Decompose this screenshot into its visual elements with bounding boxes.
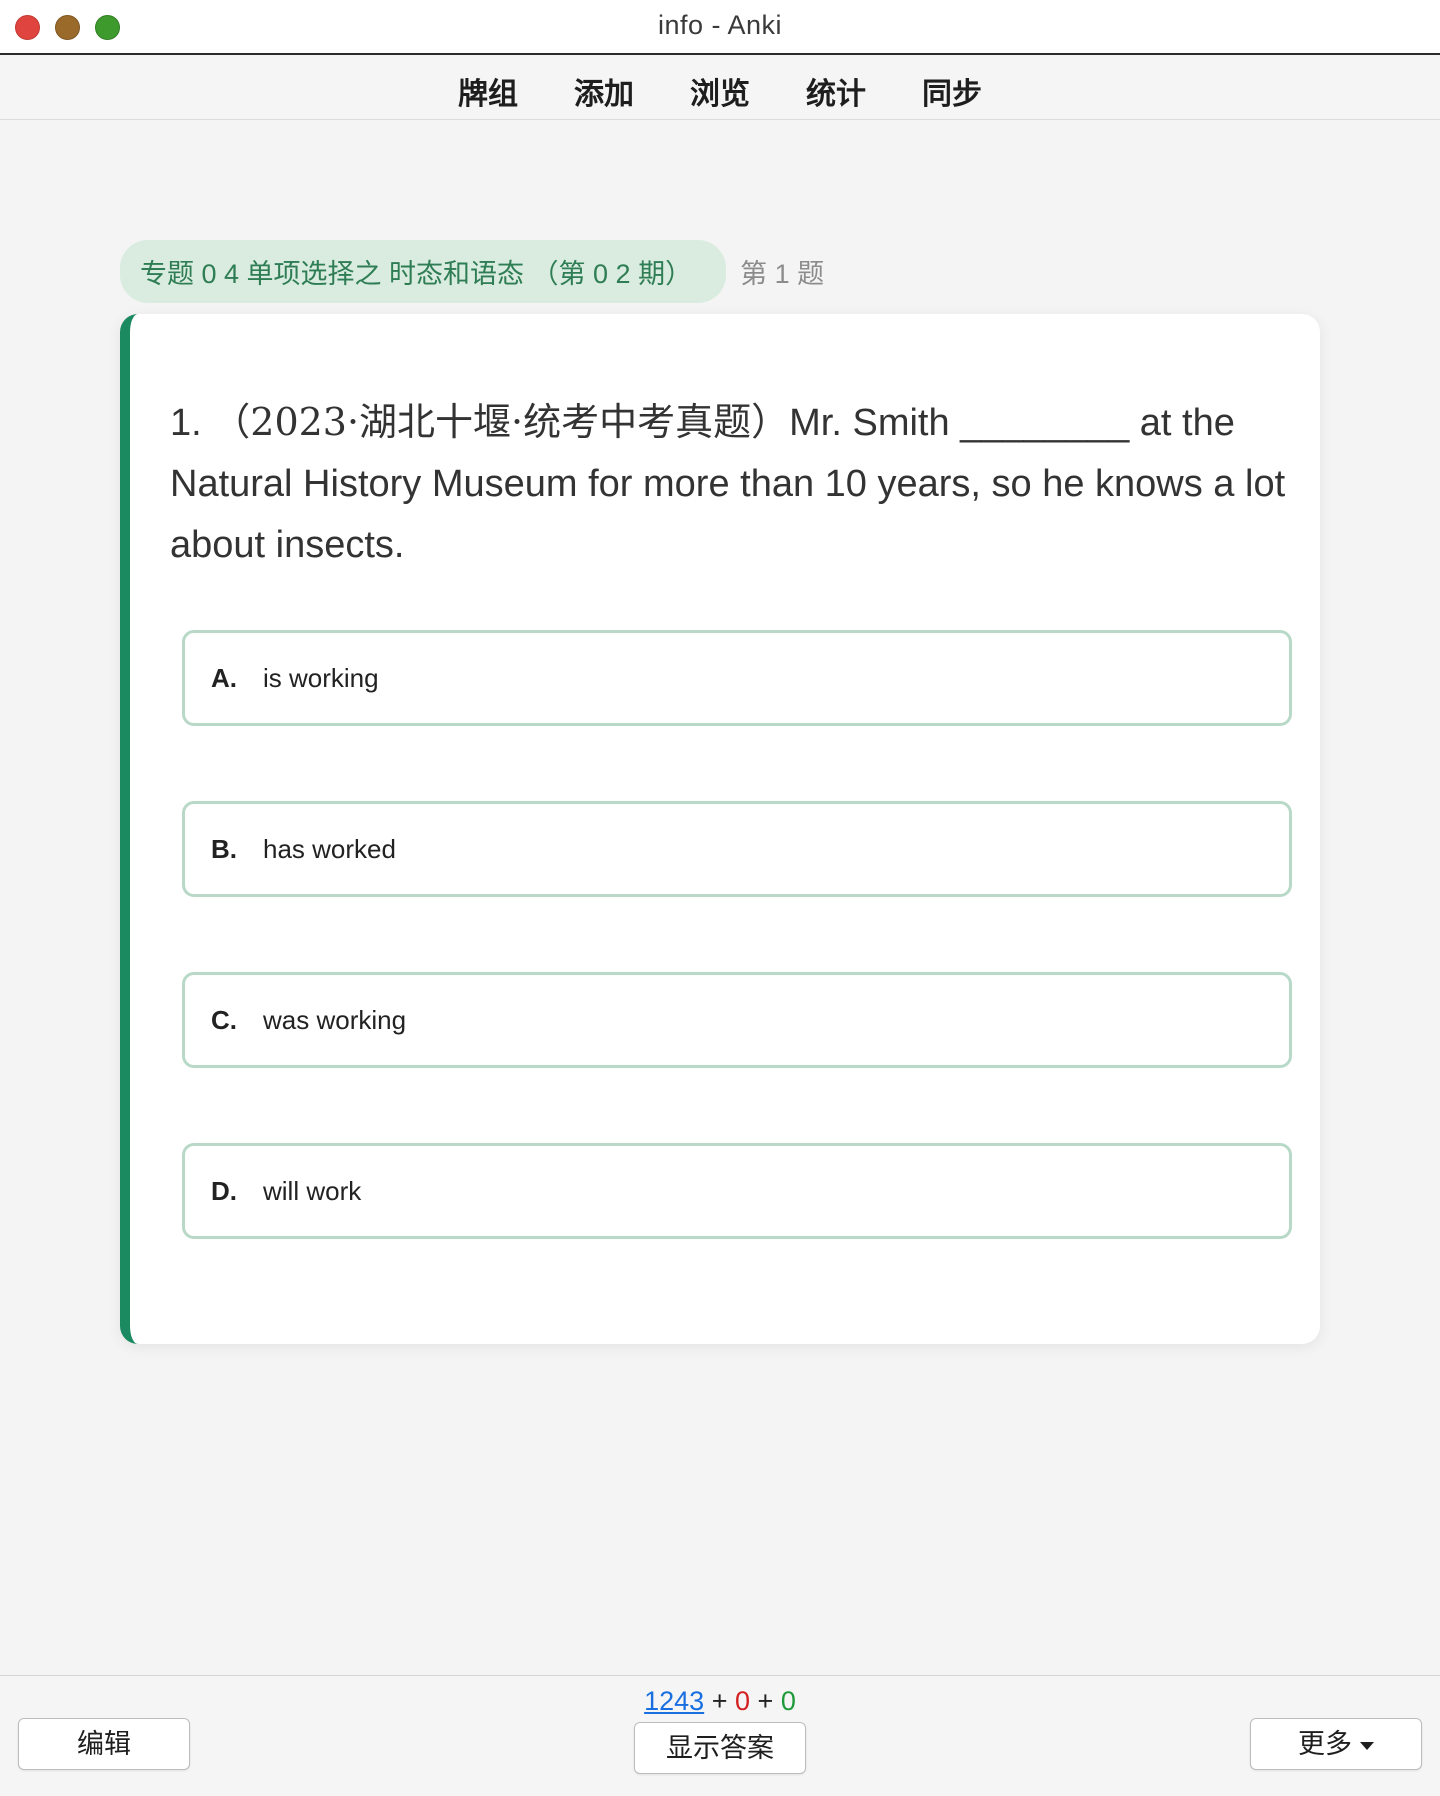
count-separator: + — [711, 1686, 728, 1716]
menu-item-stats[interactable]: 统计 — [806, 69, 866, 113]
more-button[interactable]: 更多 — [1250, 1718, 1422, 1770]
top-menu: 牌组 添加 浏览 统计 同步 — [0, 55, 1440, 120]
options-list: A. is working B. has worked C. was worki… — [182, 630, 1292, 1314]
edit-button[interactable]: 编辑 — [18, 1718, 190, 1770]
option-letter: A. — [211, 662, 237, 693]
question-card: 1. （2023·湖北十堰·统考中考真题）Mr. Smith ________ … — [120, 314, 1320, 1344]
window-title: info - Anki — [657, 10, 783, 40]
option-letter: B. — [211, 833, 237, 864]
caret-down-icon — [1360, 1741, 1374, 1750]
card-header: 专题 0 4 单项选择之 时态和语态 （第 0 2 期） 第 1 题 — [120, 240, 824, 303]
option-text: is working — [263, 662, 379, 693]
option-text: was working — [263, 1004, 407, 1035]
menu-item-decks[interactable]: 牌组 — [458, 69, 518, 113]
option-letter: D. — [211, 1175, 237, 1206]
option-text: will work — [263, 1175, 362, 1206]
menu-item-sync[interactable]: 同步 — [922, 69, 982, 113]
option-text: has worked — [263, 833, 396, 864]
due-counts: 1243 + 0 + 0 — [0, 1686, 1440, 1717]
learning-count: 0 — [735, 1686, 751, 1716]
question-source: （2023·湖北十堰·统考中考真题） — [212, 400, 790, 444]
bottom-bar: 1243 + 0 + 0 编辑 显示答案 更多 — [0, 1675, 1440, 1796]
question-number-label: 第 1 题 — [740, 259, 825, 289]
menu-nav: 牌组 添加 浏览 统计 同步 — [458, 69, 982, 113]
title-bar: info - Anki — [0, 0, 1440, 55]
option-letter: C. — [211, 1004, 237, 1035]
count-separator: + — [757, 1686, 774, 1716]
question-text: 1. （2023·湖北十堰·统考中考真题）Mr. Smith ________ … — [170, 392, 1300, 576]
option-d[interactable]: D. will work — [182, 1143, 1292, 1239]
deck-tag: 专题 0 4 单项选择之 时态和语态 （第 0 2 期） — [120, 240, 727, 303]
review-area: 专题 0 4 单项选择之 时态和语态 （第 0 2 期） 第 1 题 1. （2… — [0, 120, 1440, 1675]
more-button-label: 更多 — [1298, 1729, 1352, 1759]
menu-item-add[interactable]: 添加 — [574, 69, 634, 113]
option-a[interactable]: A. is working — [182, 630, 1292, 726]
new-count[interactable]: 1243 — [644, 1686, 704, 1716]
show-answer-button[interactable]: 显示答案 — [634, 1722, 806, 1774]
option-b[interactable]: B. has worked — [182, 801, 1292, 897]
review-count: 0 — [780, 1686, 796, 1716]
menu-item-browse[interactable]: 浏览 — [690, 69, 750, 113]
question-number: 1. — [170, 402, 202, 444]
option-c[interactable]: C. was working — [182, 972, 1292, 1068]
